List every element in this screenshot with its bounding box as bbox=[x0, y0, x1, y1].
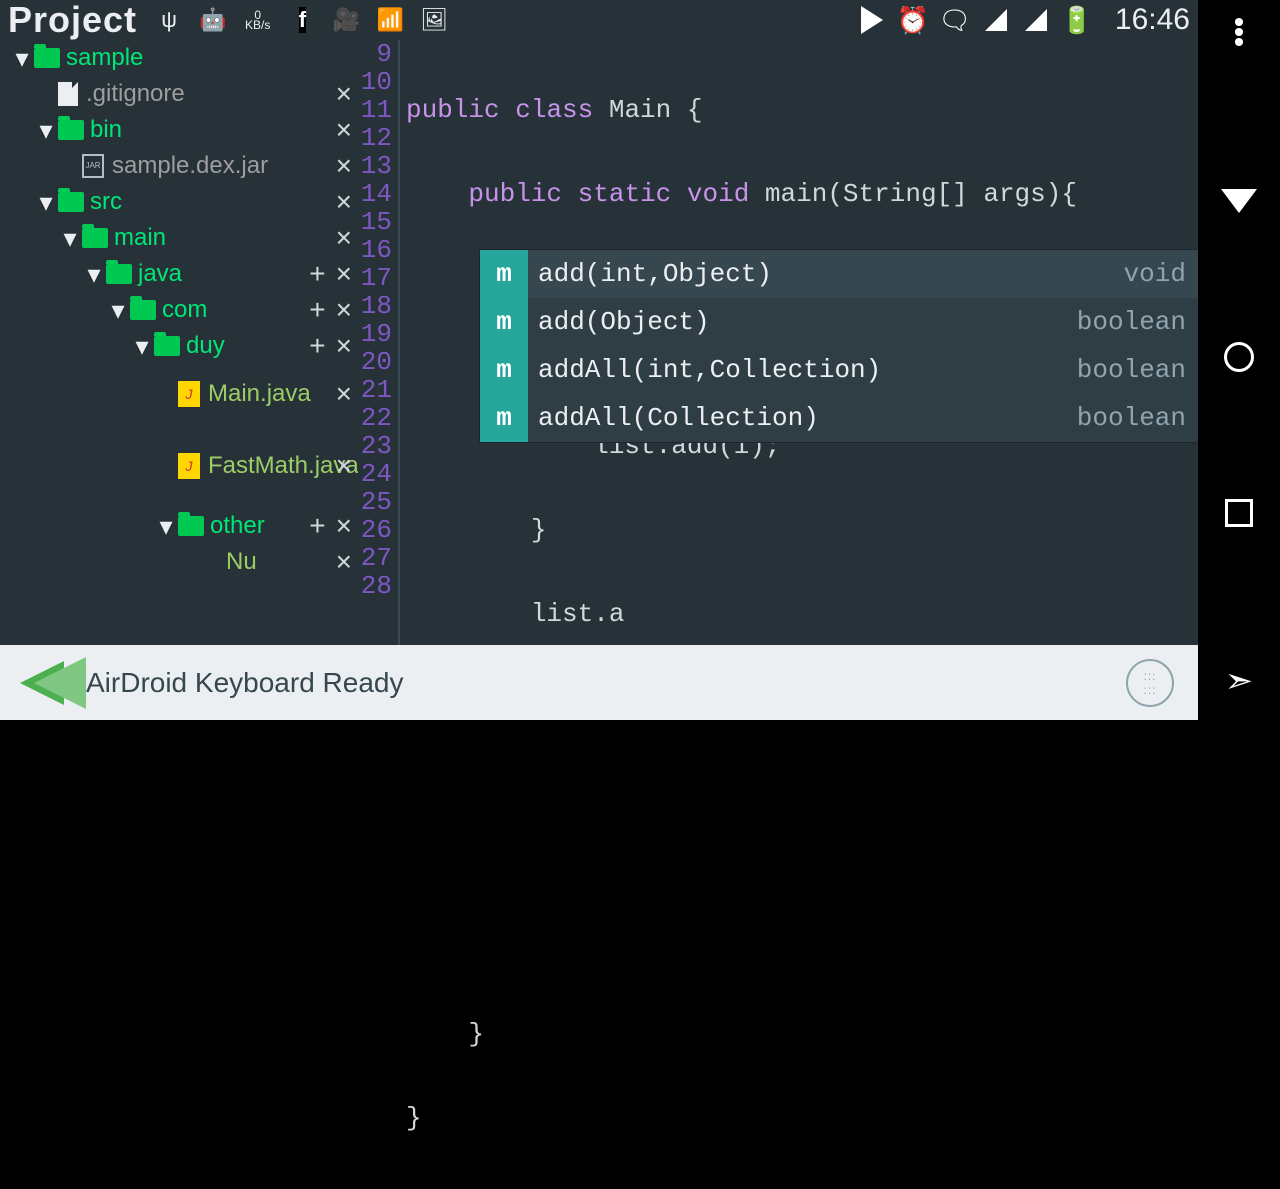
camera-icon bbox=[334, 8, 358, 32]
autocomplete-item[interactable]: m addAll(Collection) boolean bbox=[480, 394, 1198, 442]
nav-send-icon[interactable]: ➣ bbox=[1221, 664, 1257, 700]
status-icons-left: 0KB/s bbox=[157, 8, 446, 32]
folder-icon bbox=[34, 48, 60, 68]
tree-folder-src[interactable]: src bbox=[0, 184, 358, 220]
file-icon bbox=[58, 82, 78, 106]
method-badge-icon: m bbox=[480, 298, 528, 346]
android-nav-bar: ••• ➣ bbox=[1198, 0, 1280, 720]
project-tree[interactable]: sample .gitignore bin JAR sample.dex.jar… bbox=[0, 40, 358, 645]
nav-home-button[interactable] bbox=[1221, 339, 1257, 375]
folder-icon bbox=[178, 516, 204, 536]
close-icon[interactable] bbox=[336, 330, 352, 362]
folder-icon bbox=[82, 228, 108, 248]
code-editor[interactable]: 91011 121314 151617 181920 212223 242526… bbox=[358, 40, 1198, 645]
autocomplete-item[interactable]: m add(int,Object) void bbox=[480, 250, 1198, 298]
close-icon[interactable] bbox=[336, 294, 352, 326]
add-icon[interactable] bbox=[309, 258, 325, 290]
folder-icon bbox=[106, 264, 132, 284]
folder-icon bbox=[58, 120, 84, 140]
notification-bar[interactable]: AirDroid Keyboard Ready :::::: bbox=[0, 645, 1198, 720]
add-icon[interactable] bbox=[309, 330, 325, 362]
overflow-menu-icon[interactable]: ••• bbox=[1230, 20, 1248, 50]
tree-folder-sample[interactable]: sample bbox=[0, 40, 358, 76]
tree-folder-com[interactable]: com bbox=[0, 292, 358, 328]
usb-icon bbox=[157, 8, 181, 32]
method-badge-icon: m bbox=[480, 346, 528, 394]
picture-icon bbox=[422, 8, 446, 32]
tree-folder-duy[interactable]: duy bbox=[0, 328, 358, 364]
folder-icon bbox=[58, 192, 84, 212]
close-icon[interactable] bbox=[336, 150, 352, 182]
tree-folder-java[interactable]: java bbox=[0, 256, 358, 292]
close-icon[interactable] bbox=[336, 546, 352, 578]
java-file-icon: J bbox=[178, 453, 200, 479]
tree-file-dexjar[interactable]: JAR sample.dex.jar bbox=[0, 148, 358, 184]
jar-icon: JAR bbox=[82, 154, 104, 178]
tree-file-nu[interactable]: Nu bbox=[0, 544, 358, 580]
method-badge-icon: m bbox=[480, 250, 528, 298]
close-icon[interactable] bbox=[336, 378, 352, 410]
share-icon bbox=[378, 8, 402, 32]
folder-icon bbox=[154, 336, 180, 356]
add-icon[interactable] bbox=[309, 294, 325, 326]
close-icon[interactable] bbox=[336, 78, 352, 110]
speed-icon: 0KB/s bbox=[245, 10, 270, 30]
airdroid-icon bbox=[20, 661, 64, 705]
signal-icon-2 bbox=[1025, 9, 1047, 31]
folder-icon bbox=[130, 300, 156, 320]
chat-icon bbox=[943, 8, 967, 32]
close-icon[interactable] bbox=[336, 510, 352, 542]
clock: 16:46 bbox=[1115, 3, 1190, 37]
autocomplete-popup[interactable]: m add(int,Object) void m add(Object) boo… bbox=[480, 250, 1198, 442]
tree-folder-other[interactable]: other bbox=[0, 508, 358, 544]
signal-icon bbox=[985, 9, 1007, 31]
autocomplete-item[interactable]: m add(Object) boolean bbox=[480, 298, 1198, 346]
tree-folder-bin[interactable]: bin bbox=[0, 112, 358, 148]
android-icon bbox=[201, 8, 225, 32]
close-icon[interactable] bbox=[336, 222, 352, 254]
code-content[interactable]: public class Main { public static void m… bbox=[406, 40, 1198, 1188]
nav-back-button[interactable] bbox=[1221, 183, 1257, 219]
autocomplete-item[interactable]: m addAll(int,Collection) boolean bbox=[480, 346, 1198, 394]
tree-file-fastmath[interactable]: J FastMath.java bbox=[0, 424, 358, 508]
close-icon[interactable] bbox=[336, 258, 352, 290]
add-icon[interactable] bbox=[309, 510, 325, 542]
status-bar: Project 0KB/s 16:46 bbox=[0, 0, 1198, 40]
facebook-icon bbox=[290, 8, 314, 32]
notification-text: AirDroid Keyboard Ready bbox=[86, 667, 404, 699]
method-badge-icon: m bbox=[480, 394, 528, 442]
line-gutter: 91011 121314 151617 181920 212223 242526… bbox=[358, 40, 398, 600]
close-icon[interactable] bbox=[336, 114, 352, 146]
alarm-icon bbox=[901, 8, 925, 32]
java-file-icon: J bbox=[178, 381, 200, 407]
tree-file-gitignore[interactable]: .gitignore bbox=[0, 76, 358, 112]
nav-recents-button[interactable] bbox=[1221, 495, 1257, 531]
battery-icon bbox=[1065, 8, 1089, 32]
close-icon[interactable] bbox=[336, 450, 352, 482]
close-icon[interactable] bbox=[336, 186, 352, 218]
play-icon bbox=[861, 6, 883, 34]
tree-file-main-java[interactable]: J Main.java bbox=[0, 364, 358, 424]
panel-title: Project bbox=[8, 0, 137, 41]
tree-folder-main[interactable]: main bbox=[0, 220, 358, 256]
keyboard-switch-icon[interactable]: :::::: bbox=[1126, 659, 1174, 707]
status-icons-right: 16:46 bbox=[861, 3, 1190, 37]
app-window: Project 0KB/s 16:46 sample bbox=[0, 0, 1198, 720]
